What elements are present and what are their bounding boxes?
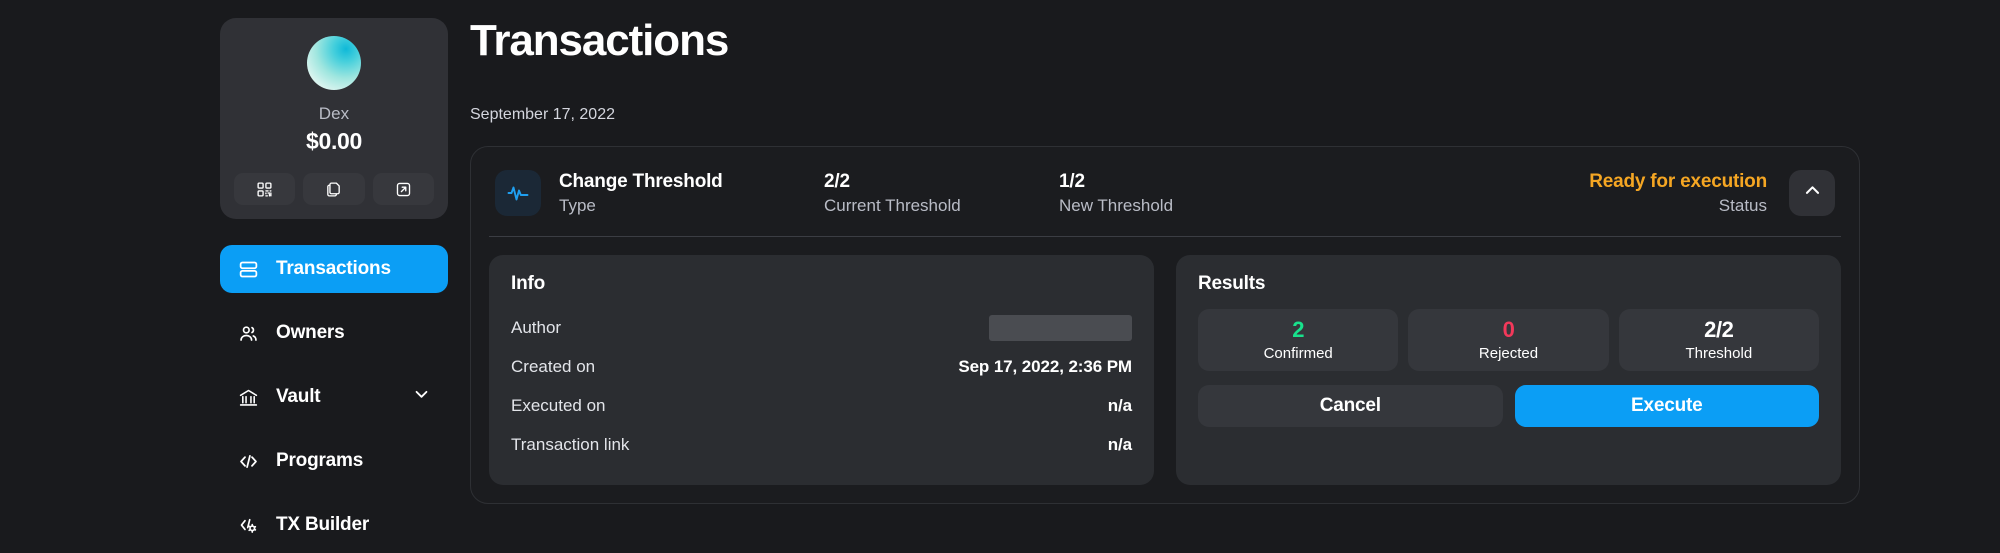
stat-value: 2/2 bbox=[1704, 316, 1734, 342]
current-threshold-label: Current Threshold bbox=[824, 195, 961, 215]
chevron-up-icon bbox=[1803, 181, 1822, 205]
qr-code-icon bbox=[256, 181, 273, 198]
collapse-button[interactable] bbox=[1789, 170, 1835, 217]
results-actions: Cancel Execute bbox=[1198, 384, 1819, 427]
info-key: Executed on bbox=[511, 396, 606, 416]
execute-button[interactable]: Execute bbox=[1514, 384, 1819, 427]
sidebar-item-vault[interactable]: Vault bbox=[220, 373, 448, 421]
info-row: Transaction link n/a bbox=[511, 426, 1132, 465]
author-redacted-value bbox=[989, 315, 1132, 342]
date-group-label: September 17, 2022 bbox=[470, 106, 615, 124]
stat-rejected: 0 Rejected bbox=[1408, 308, 1609, 371]
stat-caption: Threshold bbox=[1685, 344, 1753, 362]
new-threshold-value: 1/2 bbox=[1059, 171, 1085, 193]
sidebar-item-owners[interactable]: Owners bbox=[220, 309, 448, 357]
profile-name: Dex bbox=[318, 104, 350, 123]
sidebar-item-programs[interactable]: Programs bbox=[220, 437, 448, 485]
transaction-type-value: Change Threshold bbox=[559, 171, 723, 193]
info-value: n/a bbox=[1107, 396, 1132, 416]
stat-caption: Confirmed bbox=[1263, 344, 1333, 362]
cancel-button[interactable]: Cancel bbox=[1198, 384, 1503, 427]
profile-card: Dex $0.00 bbox=[220, 18, 448, 219]
info-value: n/a bbox=[1107, 435, 1132, 455]
stat-caption: Rejected bbox=[1478, 344, 1539, 362]
users-icon bbox=[238, 323, 264, 344]
avatar bbox=[307, 36, 361, 90]
bank-icon bbox=[238, 387, 264, 408]
app-root: Dex $0.00 Transactions Owners Vault Prog… bbox=[0, 0, 2000, 553]
sidebar: Dex $0.00 Transactions Owners Vault Prog… bbox=[0, 0, 470, 553]
sidebar-item-label: Vault bbox=[276, 386, 321, 407]
page-title: Transactions bbox=[470, 16, 729, 65]
info-key: Author bbox=[511, 318, 562, 338]
info-key: Created on bbox=[511, 357, 596, 377]
activity-pulse-icon bbox=[495, 170, 541, 217]
status-label: Status bbox=[1718, 195, 1767, 215]
sidebar-item-transactions[interactable]: Transactions bbox=[220, 245, 448, 293]
copy-icon bbox=[325, 181, 342, 198]
current-threshold-value: 2/2 bbox=[824, 171, 850, 193]
results-stats: 2 Confirmed 0 Rejected 2/2 Threshold bbox=[1198, 308, 1819, 371]
sidebar-nav: Transactions Owners Vault Programs TX Bu… bbox=[220, 245, 470, 553]
info-panel-title: Info bbox=[511, 272, 546, 294]
info-row: Created on Sep 17, 2022, 2:36 PM bbox=[511, 348, 1132, 387]
current-threshold: 2/2 Current Threshold bbox=[824, 169, 1059, 218]
qr-code-button[interactable] bbox=[234, 173, 296, 205]
stat-confirmed: 2 Confirmed bbox=[1198, 308, 1399, 371]
sidebar-item-label: TX Builder bbox=[276, 514, 370, 535]
sidebar-item-label: Owners bbox=[276, 322, 345, 343]
profile-actions bbox=[234, 173, 434, 205]
stat-value: 2 bbox=[1292, 316, 1305, 342]
sidebar-item-label: Transactions bbox=[276, 258, 391, 279]
info-row: Executed on n/a bbox=[511, 387, 1132, 426]
copy-address-button[interactable] bbox=[303, 173, 365, 205]
main-content: Transactions September 17, 2022 Change T… bbox=[470, 0, 2000, 553]
results-panel-title: Results bbox=[1198, 272, 1266, 294]
profile-balance: $0.00 bbox=[305, 128, 363, 154]
new-threshold: 1/2 New Threshold bbox=[1059, 169, 1294, 218]
stat-threshold: 2/2 Threshold bbox=[1618, 308, 1819, 371]
stat-value: 0 bbox=[1502, 316, 1515, 342]
status-badge: Ready for execution Status bbox=[1294, 169, 1767, 218]
transaction-type: Change Threshold Type bbox=[559, 169, 824, 218]
open-external-button[interactable] bbox=[372, 173, 434, 205]
external-link-icon bbox=[395, 181, 412, 198]
code-brackets-icon bbox=[238, 451, 264, 472]
sidebar-item-tx-builder[interactable]: TX Builder bbox=[220, 501, 448, 549]
info-key: Transaction link bbox=[511, 435, 630, 455]
transaction-type-label: Type bbox=[559, 195, 596, 215]
info-row: Author bbox=[511, 309, 1132, 348]
info-panel: Info Author Created on Sep 17, 2022, 2:3… bbox=[489, 254, 1154, 485]
code-gear-icon bbox=[238, 515, 264, 536]
chevron-down-icon[interactable] bbox=[413, 386, 430, 409]
results-panel: Results 2 Confirmed 0 Rejected 2/2 Thres… bbox=[1176, 254, 1841, 485]
sidebar-item-label: Programs bbox=[276, 450, 364, 471]
info-value: Sep 17, 2022, 2:36 PM bbox=[958, 357, 1132, 377]
transaction-header[interactable]: Change Threshold Type 2/2 Current Thresh… bbox=[489, 161, 1841, 237]
status-value: Ready for execution bbox=[1589, 171, 1767, 193]
transaction-card: Change Threshold Type 2/2 Current Thresh… bbox=[470, 146, 1860, 504]
new-threshold-label: New Threshold bbox=[1059, 195, 1174, 215]
rows-icon bbox=[238, 259, 264, 280]
transaction-body: Info Author Created on Sep 17, 2022, 2:3… bbox=[489, 254, 1841, 485]
